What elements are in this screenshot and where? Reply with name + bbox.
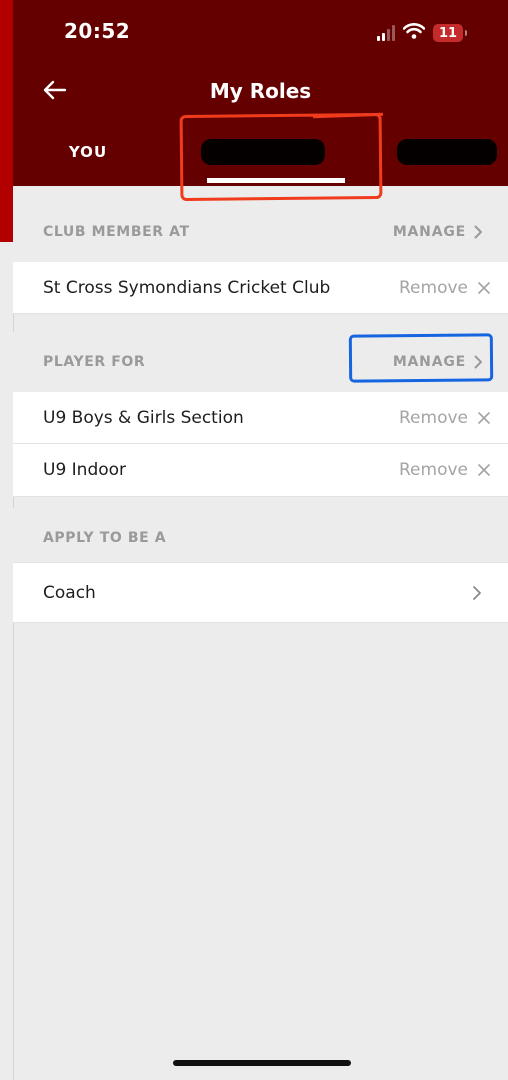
section-header-apply: APPLY TO BE A bbox=[13, 508, 508, 568]
chevron-right-icon bbox=[474, 225, 482, 239]
cellular-signal-icon bbox=[377, 25, 395, 41]
list-item-coach[interactable]: Coach bbox=[13, 562, 508, 623]
close-icon bbox=[478, 281, 490, 294]
status-icons: 11 bbox=[377, 22, 467, 44]
manage-club-member-button[interactable]: MANAGE bbox=[393, 224, 483, 240]
section-header-club-member: CLUB MEMBER AT MANAGE bbox=[13, 202, 508, 262]
list-item-u9-boys-girls: U9 Boys & Girls Section Remove bbox=[13, 392, 508, 444]
club-name: St Cross Symondians Cricket Club bbox=[43, 277, 331, 298]
app-screen: 20:52 11 My Roles YOU CLUB MEMBER AT MAN… bbox=[13, 0, 508, 1080]
home-indicator[interactable] bbox=[173, 1060, 351, 1066]
close-icon bbox=[478, 464, 490, 476]
tab-you[interactable]: YOU bbox=[43, 132, 133, 172]
tab-redacted-2[interactable] bbox=[378, 132, 508, 172]
close-icon bbox=[478, 411, 490, 424]
remove-label: Remove bbox=[399, 277, 468, 298]
wifi-icon bbox=[402, 23, 426, 43]
remove-club-button[interactable]: Remove bbox=[399, 278, 490, 298]
red-highlight-box bbox=[179, 112, 383, 202]
list-item-u9-indoor: U9 Indoor Remove bbox=[13, 444, 508, 497]
remove-label: Remove bbox=[399, 407, 468, 428]
status-time: 20:52 bbox=[64, 19, 131, 43]
blue-highlight-box bbox=[348, 333, 494, 383]
remove-u9-boys-girls-button[interactable]: Remove bbox=[399, 408, 490, 428]
section-title: CLUB MEMBER AT bbox=[43, 224, 190, 240]
chevron-right-icon bbox=[473, 585, 481, 600]
page-title: My Roles bbox=[209, 79, 312, 103]
left-edge-accent bbox=[0, 0, 13, 242]
team-name: U9 Boys & Girls Section bbox=[43, 407, 244, 428]
remove-u9-indoor-button[interactable]: Remove bbox=[399, 460, 490, 480]
battery-icon: 11 bbox=[433, 24, 467, 42]
team-name: U9 Indoor bbox=[43, 460, 127, 480]
manage-label: MANAGE bbox=[392, 224, 466, 240]
remove-label: Remove bbox=[399, 460, 468, 480]
redaction-mark bbox=[397, 139, 497, 165]
section-title: PLAYER FOR bbox=[43, 354, 146, 370]
section-title: APPLY TO BE A bbox=[43, 530, 167, 546]
role-name: Coach bbox=[43, 582, 96, 603]
list-item-club: St Cross Symondians Cricket Club Remove bbox=[13, 262, 508, 314]
